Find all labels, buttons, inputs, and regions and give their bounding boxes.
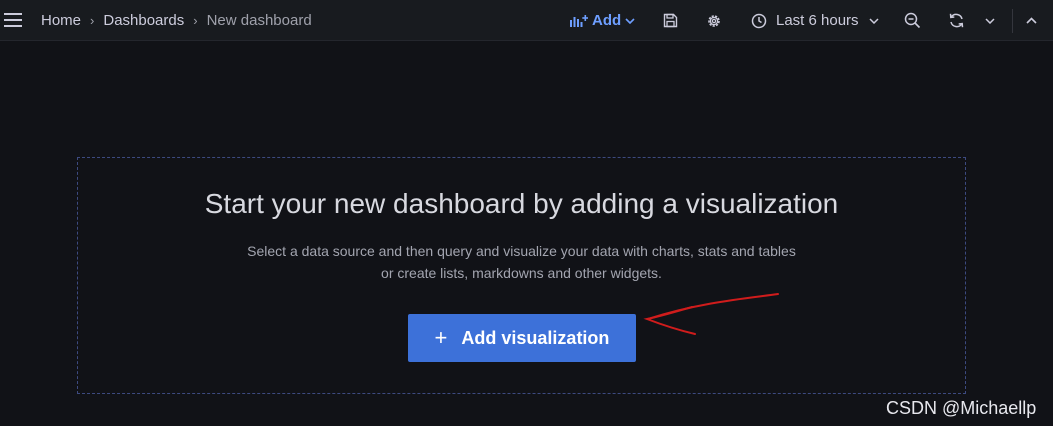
add-button[interactable]: Add [570, 0, 635, 41]
time-range-picker[interactable]: Last 6 hours [751, 0, 879, 41]
add-visualization-label: Add visualization [461, 327, 610, 348]
chevron-up-icon [1026, 17, 1037, 24]
watermark: CSDN @Michaellp [886, 398, 1037, 418]
breadcrumb-separator-icon: › [193, 13, 198, 28]
collapse-toolbar-button[interactable] [1026, 0, 1037, 41]
save-icon [663, 13, 678, 28]
breadcrumb-current: New dashboard [206, 12, 312, 29]
chevron-down-icon [985, 17, 995, 24]
gear-icon [708, 14, 720, 27]
description-line-1: Select a data source and then query and … [247, 243, 796, 259]
time-range-label: Last 6 hours [776, 12, 859, 29]
save-dashboard-button[interactable] [663, 0, 678, 41]
breadcrumb-dashboards[interactable]: Dashboards [103, 12, 184, 29]
refresh-button[interactable] [948, 0, 965, 41]
description-line-2: or create lists, markdowns and other wid… [381, 265, 662, 281]
empty-dashboard-description: Select a data source and then query and … [78, 240, 965, 284]
chevron-down-icon [625, 17, 635, 24]
add-panel-icon [570, 14, 588, 27]
zoom-out-button[interactable] [904, 0, 921, 41]
empty-dashboard-panel: Start your new dashboard by adding a vis… [77, 157, 966, 394]
plus-icon: + [434, 325, 448, 350]
add-button-label: Add [592, 12, 622, 29]
refresh-icon [949, 13, 964, 28]
chevron-down-icon [869, 17, 879, 24]
breadcrumb-home[interactable]: Home [41, 12, 81, 29]
hamburger-menu-icon[interactable] [4, 12, 22, 28]
zoom-out-icon [904, 12, 921, 29]
breadcrumb-separator-icon: › [90, 13, 95, 28]
clock-icon [751, 13, 767, 28]
add-visualization-button[interactable]: + Add visualization [408, 314, 636, 362]
dashboard-settings-button[interactable] [706, 0, 722, 41]
red-arrow-annotation-icon [643, 293, 779, 335]
toolbar-divider [1012, 9, 1013, 33]
breadcrumb: Home › Dashboards › New dashboard [41, 0, 312, 41]
refresh-interval-dropdown[interactable] [985, 0, 995, 41]
top-navbar: Home › Dashboards › New dashboard Add La… [0, 0, 1053, 41]
empty-dashboard-title: Start your new dashboard by adding a vis… [204, 188, 839, 219]
